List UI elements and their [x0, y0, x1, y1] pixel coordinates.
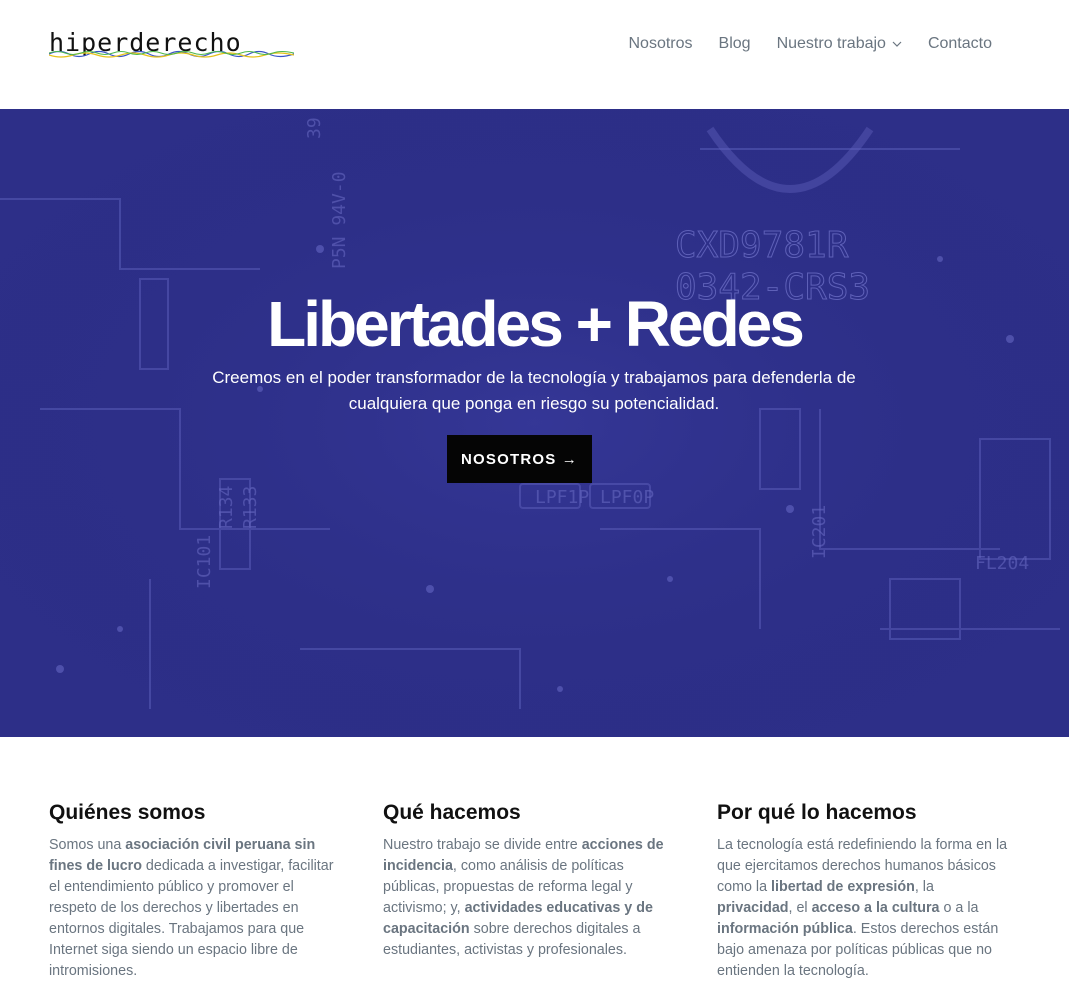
main-nav: Nosotros Blog Nuestro trabajo Contacto — [603, 33, 993, 55]
nav-contacto[interactable]: Contacto — [928, 35, 992, 53]
nav-nosotros[interactable]: Nosotros — [629, 35, 693, 53]
chevron-down-icon — [892, 41, 902, 47]
bg-label-39: 39 — [304, 117, 325, 139]
hero-subtitle-line-1: Creemos en el poder transformador de la … — [212, 368, 856, 387]
column-quienes-somos: Quiénes somos Somos una asociación civil… — [49, 800, 341, 982]
logo-wave-icon — [49, 50, 294, 58]
column-title: Por qué lo hacemos — [717, 801, 917, 824]
bg-label-ic101: IC101 — [194, 535, 215, 589]
nav-blog[interactable]: Blog — [719, 35, 751, 53]
circuit-board-background: CXD9781R 0342-CRS3 LPF1P LPF0P R134 R133… — [0, 109, 1069, 737]
text-run: , el — [788, 900, 812, 916]
bold-text: acceso a la cultura — [811, 900, 940, 916]
hero-subtitle: Creemos en el poder transformador de la … — [184, 365, 884, 417]
bold-text: privacidad — [717, 900, 789, 916]
bg-label-lpf0p: LPF0P — [600, 487, 654, 508]
bg-label-fl204: FL204 — [975, 553, 1029, 574]
column-text: Nuestro trabajo se divide entre acciones… — [383, 835, 675, 961]
bold-text: información pública — [717, 921, 853, 937]
column-title: Quiénes somos — [49, 801, 206, 824]
bg-chip-label-1: CXD9781R — [675, 225, 849, 266]
bg-label-ic201: IC201 — [809, 505, 830, 559]
column-por-que: Por qué lo hacemos La tecnología está re… — [717, 800, 1009, 982]
text-run: , la — [914, 879, 934, 895]
site-header: hiperderecho Nosotros Blog Nuestro traba… — [0, 0, 1069, 109]
intro-columns: Quiénes somos Somos una asociación civil… — [49, 800, 1009, 982]
nosotros-button[interactable]: NOSOTROS → — [447, 435, 592, 483]
hero-subtitle-line-2: cualquiera que ponga en riesgo su potenc… — [348, 394, 720, 413]
bg-label-r133: R133 — [240, 486, 261, 529]
text-run: o a la — [939, 900, 979, 916]
nav-nuestro-trabajo-label: Nuestro trabajo — [776, 35, 886, 52]
column-title: Qué hacemos — [383, 801, 521, 824]
hero-banner: CXD9781R 0342-CRS3 LPF1P LPF0P R134 R133… — [0, 109, 1069, 737]
bg-label-r134: R134 — [216, 486, 237, 529]
column-text: La tecnología está redefiniendo la forma… — [717, 835, 1009, 982]
column-que-hacemos: Qué hacemos Nuestro trabajo se divide en… — [383, 800, 675, 982]
nav-nuestro-trabajo[interactable]: Nuestro trabajo — [777, 35, 902, 53]
hero-title: Libertades + Redes — [267, 288, 805, 360]
bold-text: libertad de expresión — [771, 879, 915, 895]
site-logo[interactable]: hiperderecho — [49, 28, 294, 60]
text-run: Nuestro trabajo se divide entre — [383, 837, 582, 853]
bg-label-lpf1p: LPF1P — [535, 487, 589, 508]
column-text: Somos una asociación civil peruana sin f… — [49, 835, 341, 982]
text-run: Somos una — [49, 837, 126, 853]
text-run: dedicada a investigar, facilitar el ente… — [49, 858, 334, 979]
bg-label-p5n: P5N 94V-0 — [329, 171, 350, 269]
